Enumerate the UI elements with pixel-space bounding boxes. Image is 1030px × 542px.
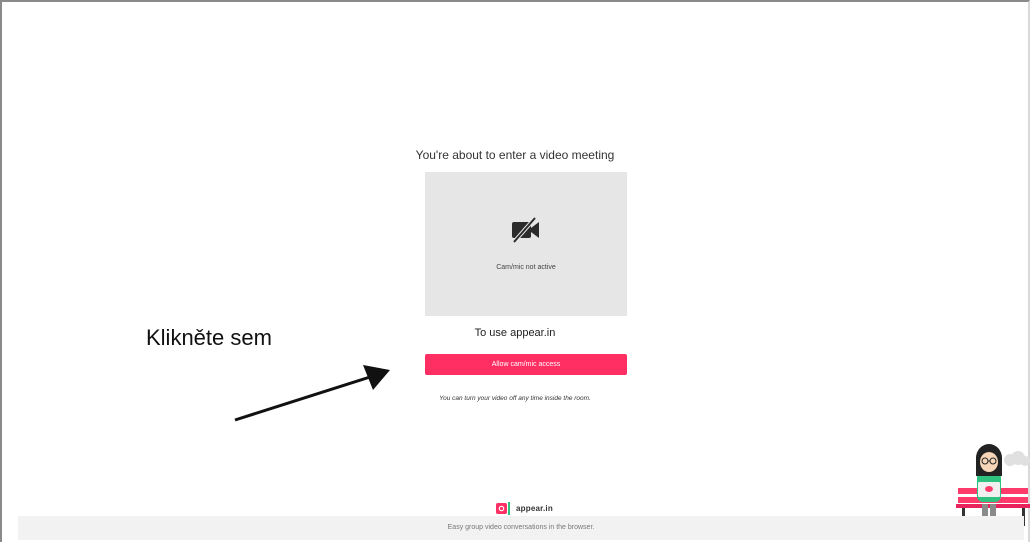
cam-status-text: Cam/mic not active (496, 264, 556, 271)
video-off-note: You can turn your video off any time ins… (439, 395, 591, 402)
page-heading: You're about to enter a video meeting (415, 148, 615, 162)
video-preview: Cam/mic not active (425, 172, 627, 316)
annotation-label: Klikněte sem (146, 325, 272, 350)
camera-off-icon (512, 217, 539, 243)
footer-tagline: Easy group video conversations in the br… (447, 524, 595, 531)
footer-bar: Easy group video conversations in the br… (18, 516, 1024, 540)
brand-name: appear.in (516, 503, 553, 513)
allow-cam-mic-button[interactable]: Allow cam/mic access (425, 354, 627, 375)
arrow-icon (234, 365, 390, 422)
appearin-logo-icon (496, 501, 510, 515)
brand: appear.in (496, 501, 553, 515)
